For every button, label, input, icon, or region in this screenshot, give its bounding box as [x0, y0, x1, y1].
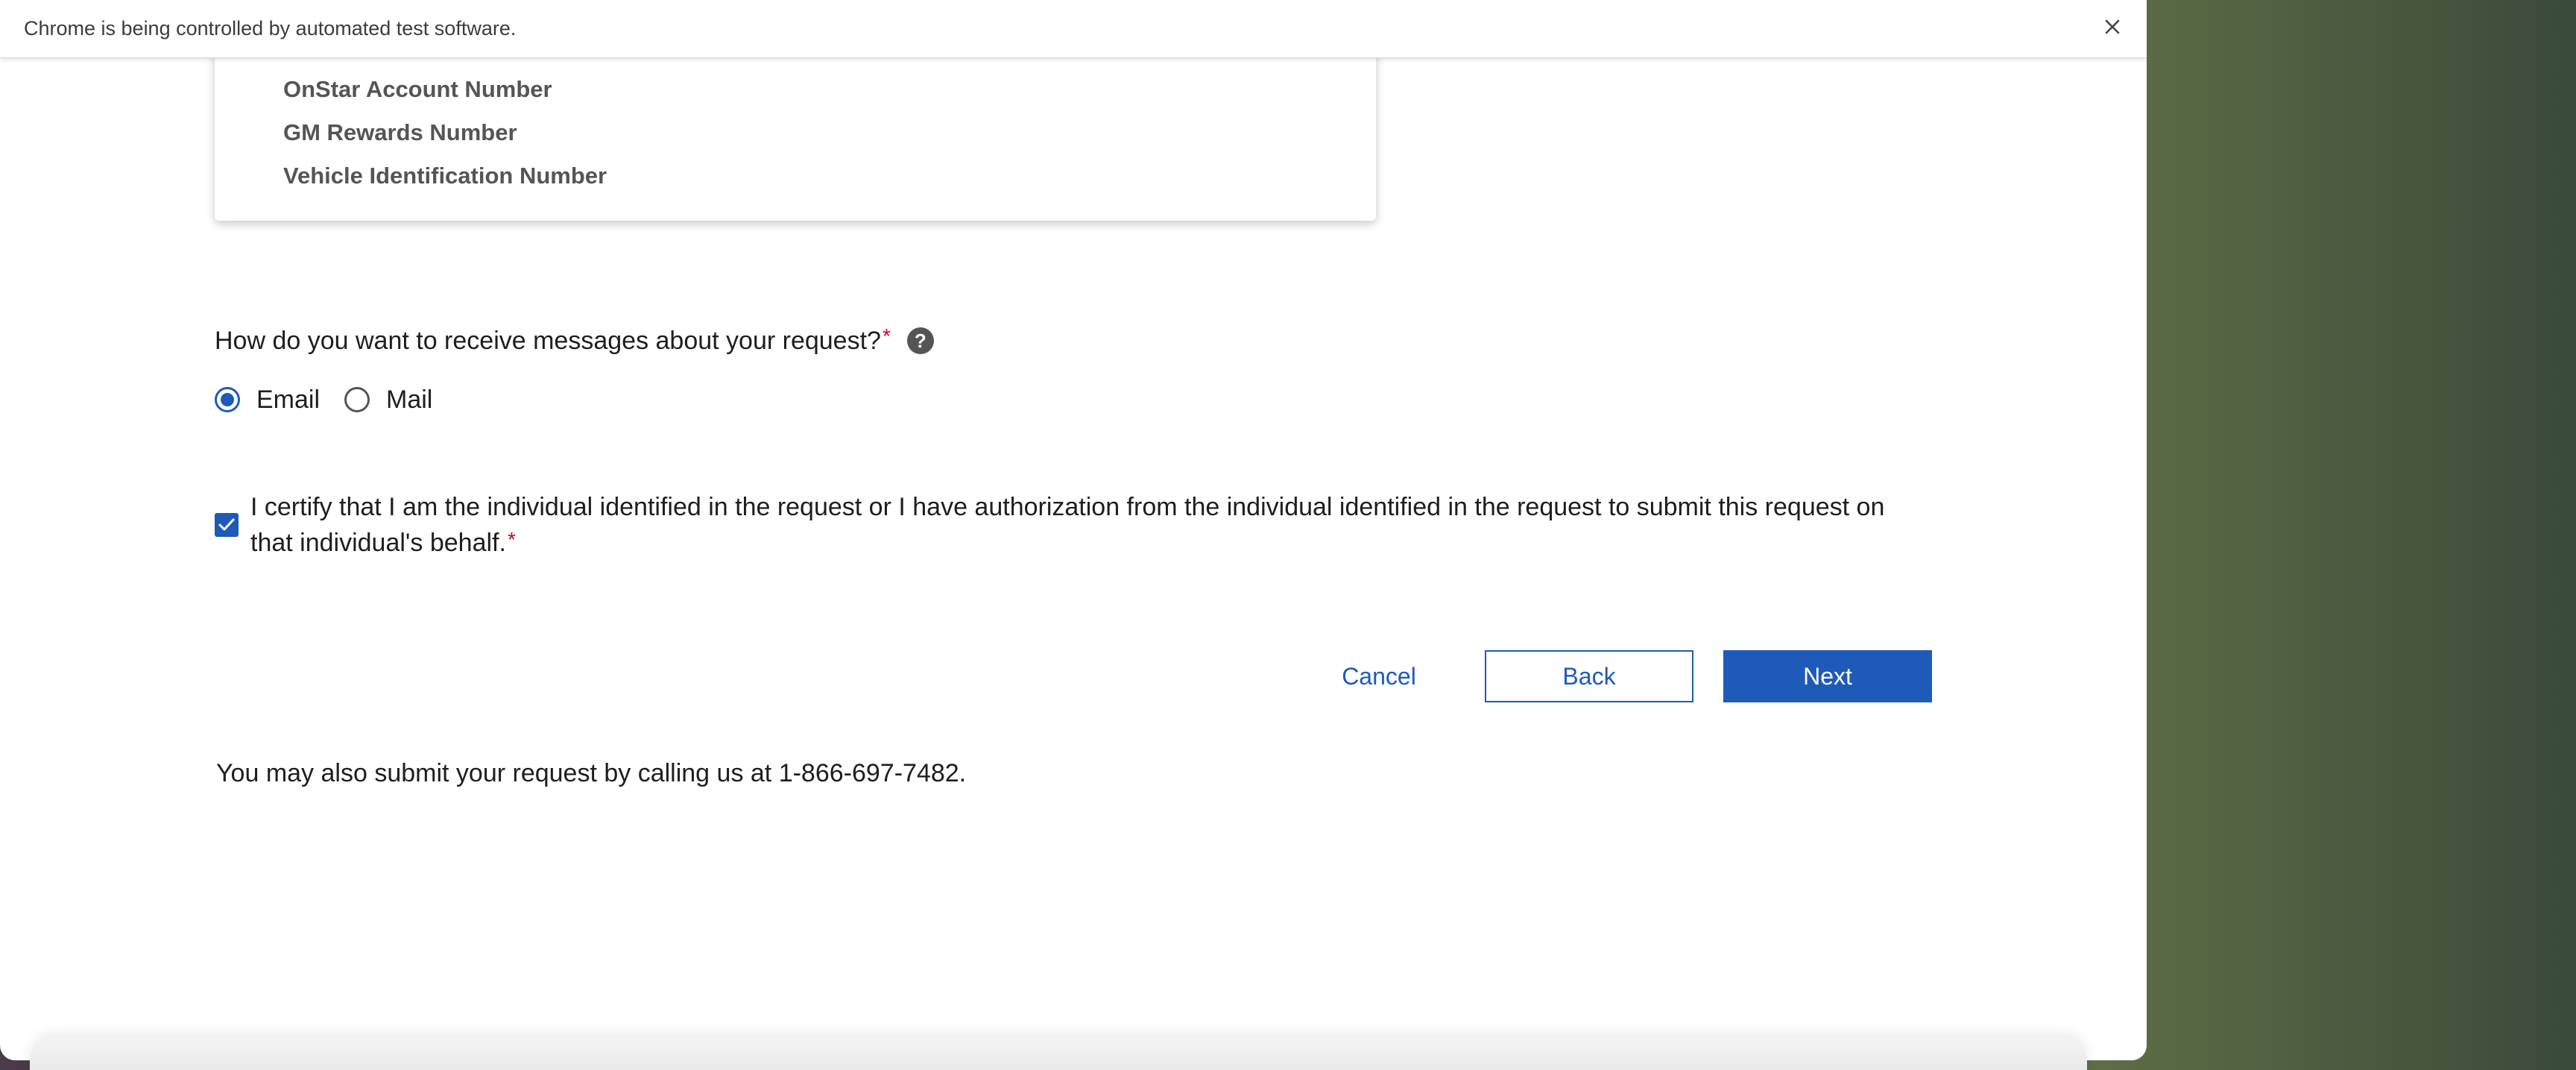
option-gm-rewards-number[interactable]: GM Rewards Number [283, 118, 517, 148]
question-mark-icon[interactable]: ? [906, 327, 934, 354]
radio-email-label: Email [256, 385, 321, 414]
certify-label: I certify that I am the individual ident… [250, 489, 1905, 562]
automation-infobar: Chrome is being controlled by automated … [0, 0, 2147, 58]
background-window-edge [30, 1038, 2087, 1070]
contact-method-question-text: How do you want to receive messages abou… [215, 327, 881, 355]
close-icon[interactable] [2096, 10, 2129, 43]
back-button[interactable]: Back [1485, 650, 1693, 702]
contact-method-question: How do you want to receive messages abou… [215, 324, 934, 358]
radio-email-circle[interactable] [215, 387, 240, 412]
certify-checkbox[interactable] [215, 513, 239, 537]
radio-mail-label: Mail [386, 385, 433, 414]
checkmark-icon [218, 518, 235, 531]
id-type-dropdown-list: OnStar Account Number GM Rewards Number … [215, 45, 1376, 221]
phone-submission-note: You may also submit your request by call… [216, 759, 967, 787]
automation-message: Chrome is being controlled by automated … [24, 17, 517, 40]
option-vehicle-identification-number[interactable]: Vehicle Identification Number [283, 161, 607, 191]
option-onstar-account-number[interactable]: OnStar Account Number [283, 75, 552, 104]
cancel-button[interactable]: Cancel [1312, 650, 1446, 702]
required-asterisk: * [882, 324, 891, 347]
certify-label-text: I certify that I am the individual ident… [250, 493, 1885, 557]
radio-mail-circle[interactable] [344, 387, 370, 412]
browser-window: Chrome is being controlled by automated … [0, 0, 2147, 1060]
radio-email[interactable]: Email [215, 383, 320, 417]
next-button[interactable]: Next [1723, 650, 1932, 702]
radio-mail[interactable]: Mail [344, 383, 432, 417]
required-asterisk: * [507, 528, 516, 551]
